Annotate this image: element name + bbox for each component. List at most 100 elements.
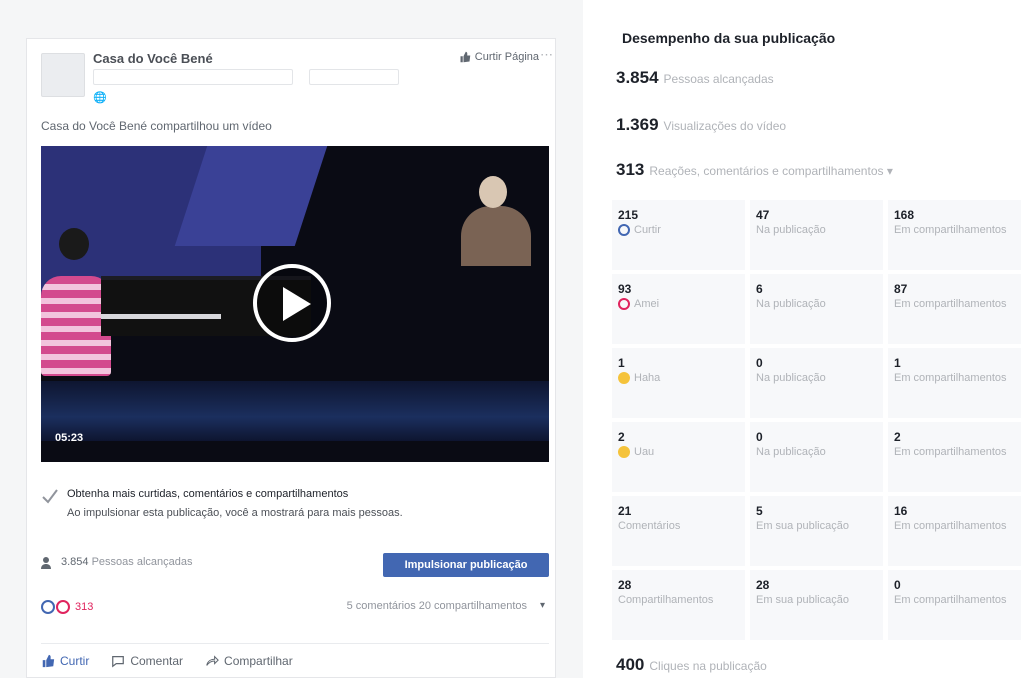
grid-cell-label: Curtir	[618, 224, 739, 236]
play-icon	[283, 287, 311, 321]
thumbs-up-icon	[42, 654, 55, 667]
stat-label: Pessoas alcançadas	[663, 72, 774, 86]
grid-cell: 5 Em sua publicação	[750, 496, 883, 566]
boost-post-button[interactable]: Impulsionar publicação	[383, 553, 549, 577]
stat-label: Cliques na publicação	[649, 659, 767, 673]
comments-shares-count[interactable]: 5 comentários 20 compartilhamentos	[347, 600, 527, 612]
grid-cell-value: 1	[894, 356, 901, 370]
haha-reaction-icon	[618, 372, 630, 384]
subtitle-box-2	[309, 69, 399, 85]
like-page-button[interactable]: Curtir Página	[459, 51, 539, 63]
like-page-label: Curtir Página	[474, 51, 539, 63]
grid-cell: 1 Em compartilhamentos	[888, 348, 1021, 418]
like-label: Curtir	[60, 653, 90, 668]
stat-label: Reações, comentários e compartilhamentos…	[649, 164, 893, 178]
grid-cell-label: Em sua publicação	[756, 520, 877, 532]
grid-cell-label: Na publicação	[756, 446, 877, 458]
reach-row: 3.854 Pessoas alcançadas Impulsionar pub…	[41, 551, 549, 577]
grid-cell-label-text: Em sua publicação	[756, 594, 849, 606]
grid-cell: 6 Na publicação	[750, 274, 883, 344]
grid-cell: 0 Na publicação	[750, 348, 883, 418]
grid-row: 2 Uau 0 Na publicação 2 Em compartilhamentos	[612, 422, 1027, 492]
grid-cell-label-text: Comentários	[618, 520, 681, 532]
stat-label: Visualizações do vídeo	[663, 119, 787, 133]
grid-cell: 2 Uau	[612, 422, 745, 492]
share-icon	[206, 654, 219, 666]
grid-cell-label-text: Na publicação	[756, 446, 826, 458]
grid-cell-value: 6	[756, 282, 763, 296]
grid-cell-label: Em compartilhamentos	[894, 520, 1015, 532]
grid-cell-label: Em sua publicação	[756, 594, 877, 606]
stat-engagement[interactable]: 313 Reações, comentários e compartilhame…	[616, 160, 893, 180]
stat-value: 3.854	[616, 68, 659, 87]
reactions-row: 313 5 comentários 20 compartilhamentos ▾	[41, 599, 549, 617]
grid-cell-label: Amei	[618, 298, 739, 310]
grid-row: 28 Compartilhamentos 28 Em sua publicação 0 E…	[612, 570, 1027, 640]
grid-cell: 0 Em compartilhamentos	[888, 570, 1021, 640]
grid-cell-label-text: Haha	[634, 372, 661, 384]
notice-title: Obtenha mais curtidas, comentários e com…	[67, 488, 349, 500]
grid-cell: 21 Comentários	[612, 496, 745, 566]
more-options-icon[interactable]: ⋯	[540, 47, 553, 63]
grid-cell: 28 Em sua publicação	[750, 570, 883, 640]
grid-cell-value: 2	[618, 430, 625, 444]
like-reaction-icon	[618, 224, 630, 236]
notice-body: Ao impulsionar esta publicação, você a m…	[67, 507, 403, 519]
video-frame-floor	[41, 381, 549, 441]
grid-cell-label: Em compartilhamentos	[894, 224, 1015, 236]
grid-cell-label-text: Em sua publicação	[756, 520, 849, 532]
subtitle-box	[93, 69, 293, 85]
grid-cell-label-text: Amei	[634, 298, 660, 310]
grid-cell: 168 Em compartilhamentos	[888, 200, 1021, 270]
grid-cell: 87 Em compartilhamentos	[888, 274, 1021, 344]
reaction-icons[interactable]: 313	[41, 600, 93, 614]
grid-cell-value: 5	[756, 504, 763, 518]
grid-cell-value: 2	[894, 430, 901, 444]
wow-reaction-icon	[618, 446, 630, 458]
video-player[interactable]: 05:23	[41, 146, 549, 462]
video-frame-pianist-head	[59, 228, 89, 260]
grid-cell-value: 28	[618, 578, 632, 592]
grid-cell-value: 215	[618, 208, 639, 222]
grid-cell-value: 47	[756, 208, 770, 222]
grid-cell: 16 Em compartilhamentos	[888, 496, 1021, 566]
grid-cell-label-text: Na publicação	[756, 372, 826, 384]
grid-cell-label-text: Em compartilhamentos	[894, 520, 1007, 532]
stat-value: 400	[616, 655, 645, 674]
engagement-grid: 215 Curtir 47 Na publicação 168 Em compartilh…	[612, 200, 1027, 644]
grid-cell: 215 Curtir	[612, 200, 745, 270]
comment-label: Comentar	[130, 653, 184, 668]
grid-cell-value: 168	[894, 208, 915, 222]
stat-reach: 3.854 Pessoas alcançadas	[616, 68, 774, 88]
grid-cell-label-text: Em compartilhamentos	[894, 594, 1007, 606]
page-name[interactable]: Casa do Você Bené	[93, 51, 213, 66]
like-button[interactable]: Curtir	[41, 654, 89, 668]
love-reaction-icon	[56, 600, 70, 614]
grid-cell: 93 Amei	[612, 274, 745, 344]
comment-button[interactable]: Comentar	[111, 654, 183, 668]
grid-cell-label-text: Curtir	[634, 224, 661, 236]
grid-cell-label: Uau	[618, 446, 739, 458]
video-duration: 05:23	[55, 432, 84, 444]
reaction-count: 313	[75, 601, 94, 613]
stat-value: 313	[616, 160, 645, 179]
comment-icon	[112, 655, 125, 667]
grid-cell-value: 1	[618, 356, 625, 370]
grid-row: 93 Amei 6 Na publicação 87 Em compartilhament…	[612, 274, 1027, 344]
grid-row: 215 Curtir 47 Na publicação 168 Em compartilh…	[612, 200, 1027, 270]
grid-cell: 1 Haha	[612, 348, 745, 418]
panel-title: Desempenho da sua publicação	[622, 30, 836, 46]
page-avatar[interactable]	[41, 53, 85, 97]
people-icon	[41, 557, 51, 569]
grid-cell-label-text: Na publicação	[756, 298, 826, 310]
share-button[interactable]: Compartilhar	[205, 654, 293, 668]
chevron-down-icon[interactable]: ▾	[540, 600, 545, 611]
grid-cell-label: Haha	[618, 372, 739, 384]
grid-cell-label: Na publicação	[756, 372, 877, 384]
grid-cell-value: 16	[894, 504, 908, 518]
grid-cell: 28 Compartilhamentos	[612, 570, 745, 640]
love-reaction-icon	[618, 298, 630, 310]
play-button[interactable]	[253, 264, 331, 342]
grid-cell-label: Em compartilhamentos	[894, 594, 1015, 606]
post-meta: 🌐	[93, 91, 107, 104]
